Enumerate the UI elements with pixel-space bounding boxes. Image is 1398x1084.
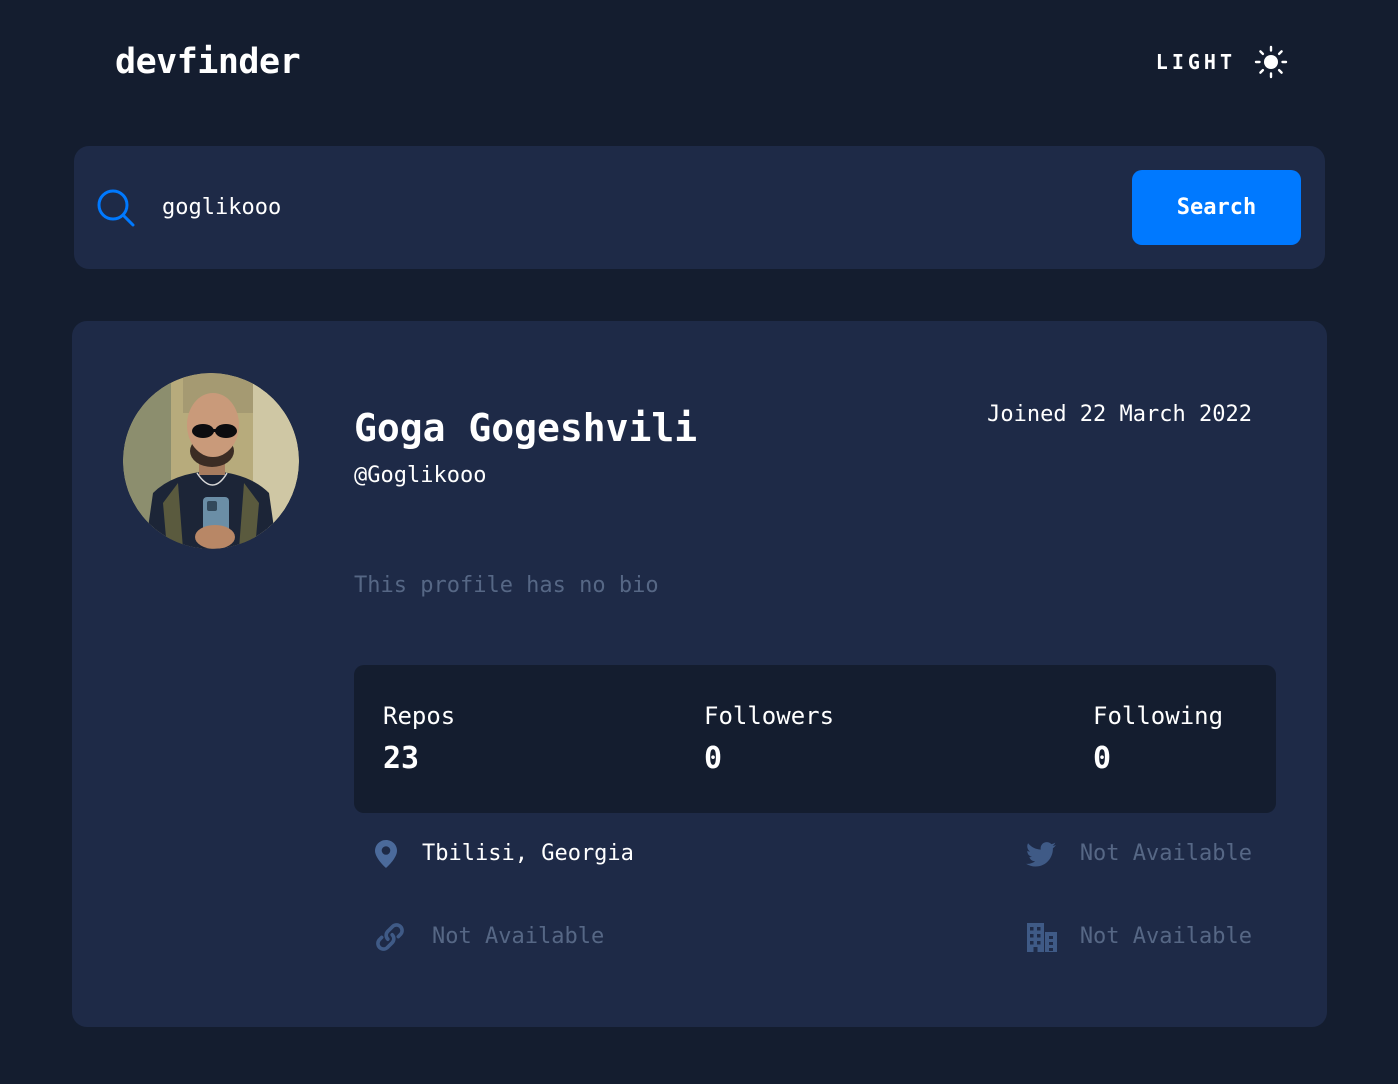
stat-following: Following 0 (1093, 701, 1223, 777)
location-row: Tbilisi, Georgia (374, 839, 634, 869)
search-button[interactable]: Search (1132, 170, 1301, 245)
blog-row[interactable]: Not Available (374, 921, 604, 953)
stat-repos-value: 23 (383, 741, 420, 776)
stats-panel: Repos 23 Followers 0 Following 0 (354, 665, 1276, 813)
link-icon (376, 923, 404, 951)
avatar (123, 373, 299, 549)
company-row: Not Available (1026, 921, 1252, 953)
blog-text: Not Available (432, 924, 605, 949)
stat-followers: Followers 0 (704, 701, 834, 777)
profile-card: Goga Gogeshvili @Goglikooo Joined 22 Mar… (72, 321, 1327, 1027)
company-building-icon (1026, 923, 1057, 952)
stat-followers-label: Followers (704, 702, 835, 730)
twitter-text: Not Available (1079, 841, 1252, 866)
twitter-row[interactable]: Not Available (1025, 839, 1252, 869)
stat-followers-value: 0 (704, 741, 723, 776)
stat-following-label: Following (1093, 702, 1224, 730)
company-text: Not Available (1079, 924, 1252, 949)
profile-bio: This profile has no bio (354, 573, 659, 598)
location-text: Tbilisi, Georgia (422, 841, 634, 866)
twitter-icon (1025, 841, 1056, 866)
stat-repos-label: Repos (383, 702, 456, 730)
theme-toggle-label: LIGHT (1155, 50, 1236, 74)
theme-toggle-button[interactable]: LIGHT (1156, 40, 1288, 84)
location-pin-icon (375, 840, 397, 868)
sun-icon (1254, 45, 1288, 79)
search-icon (97, 189, 135, 227)
search-bar: Search (74, 146, 1325, 269)
app-logo: devfinder (115, 42, 301, 82)
profile-name: Goga Gogeshvili (354, 406, 698, 450)
search-input[interactable] (162, 184, 1062, 230)
stat-following-value: 0 (1093, 741, 1112, 776)
joined-date: Joined 22 March 2022 (987, 402, 1252, 427)
stat-repos: Repos 23 (383, 701, 455, 777)
profile-login-link[interactable]: @Goglikooo (354, 463, 486, 488)
